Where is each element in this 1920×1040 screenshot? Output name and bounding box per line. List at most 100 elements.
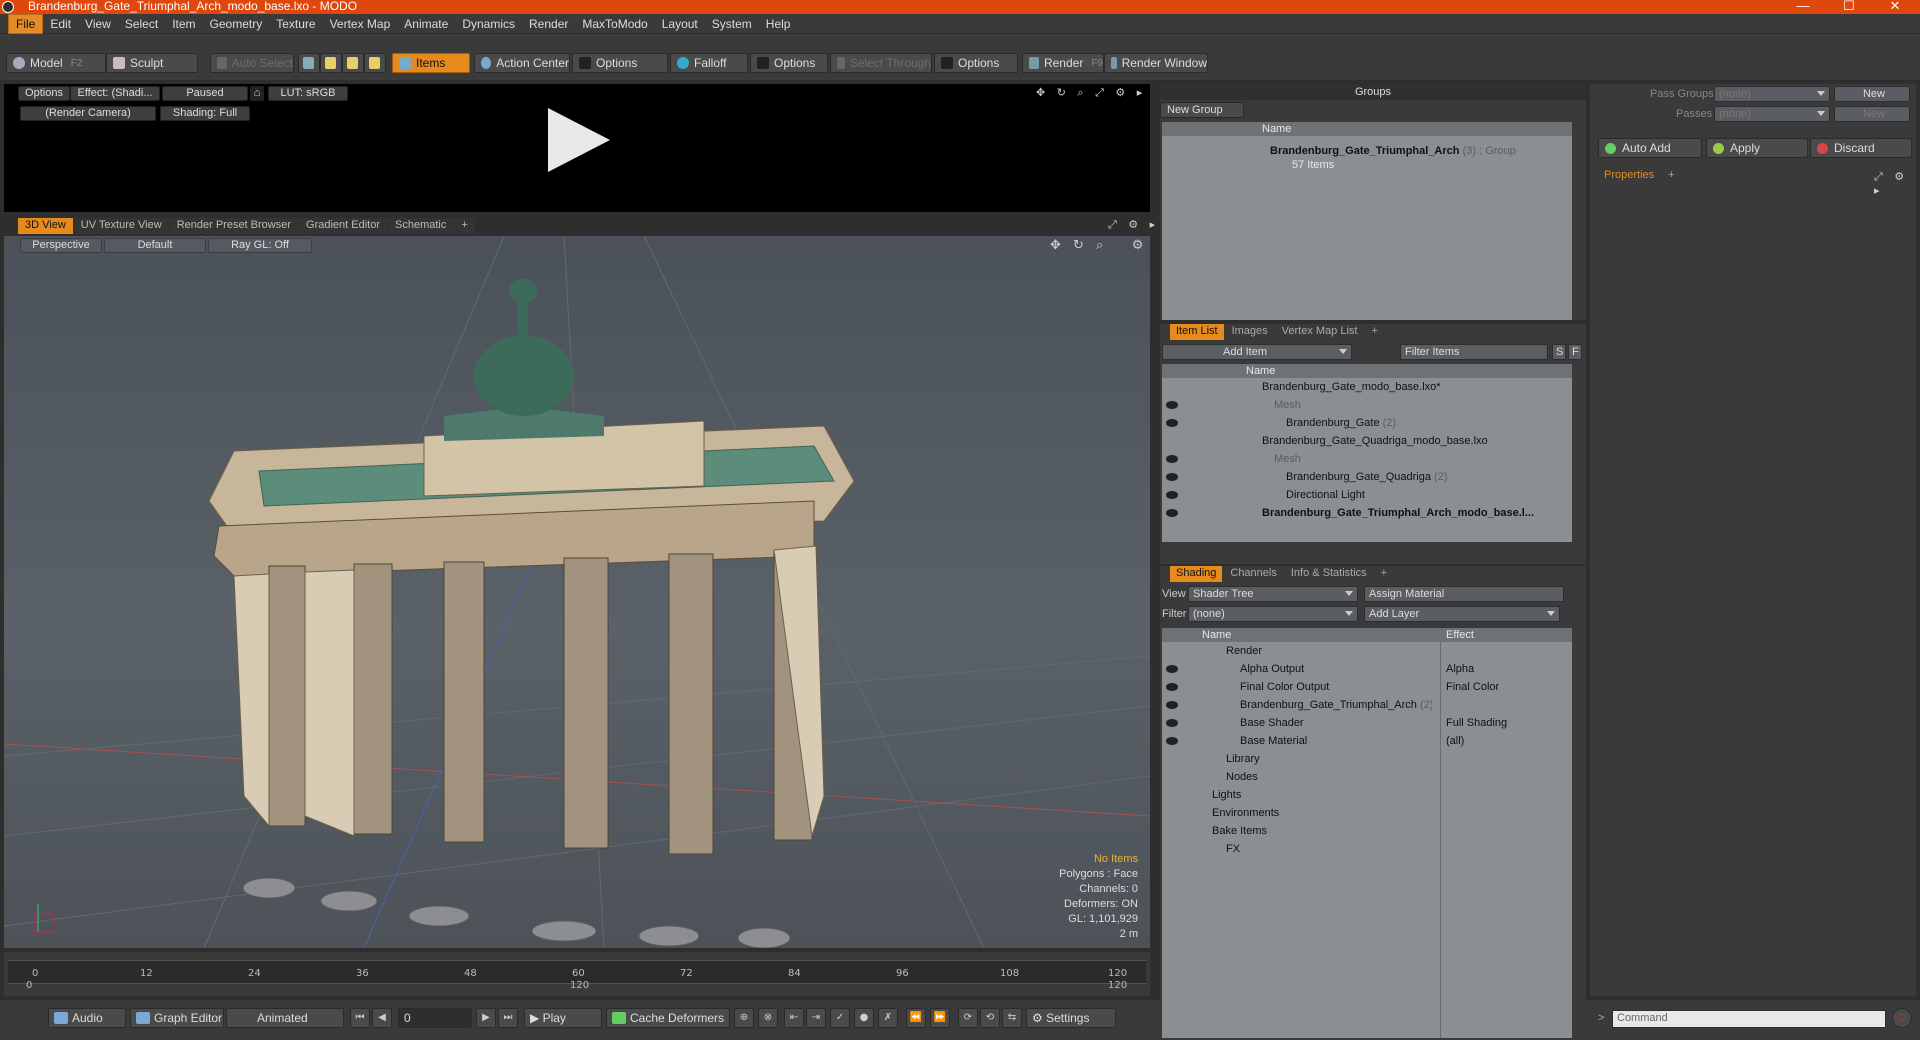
key-tool-icon[interactable]: ⊕ — [734, 1008, 754, 1028]
select-vertices-button[interactable] — [298, 53, 320, 73]
range-end[interactable]: 120 — [1108, 980, 1127, 991]
shader-row[interactable]: Lights — [1162, 786, 1572, 804]
select-through-button[interactable]: Select Through — [830, 53, 932, 73]
filter-f-button[interactable]: F — [1568, 344, 1582, 360]
properties-corner-icons[interactable]: ⤢ ⚙ ▸ — [1874, 170, 1916, 197]
visibility-eye-icon[interactable] — [1166, 737, 1178, 745]
sculpt-mode-button[interactable]: Sculpt — [106, 53, 198, 73]
pass-groups-dropdown[interactable]: (none) — [1714, 86, 1830, 102]
menu-item[interactable]: Item — [165, 15, 202, 33]
next-frame-icon[interactable]: ▶ — [476, 1008, 496, 1028]
menu-render[interactable]: Render — [522, 15, 575, 33]
range-start[interactable]: 0 — [26, 980, 32, 991]
preview-nav-icons[interactable]: ✥ ↻ ⌕ ⤢ ⚙ ▸ — [1036, 86, 1146, 100]
apply-button[interactable]: Apply — [1706, 138, 1808, 158]
shader-effect[interactable]: (all) — [1446, 732, 1464, 750]
groups-list[interactable]: Name Brandenburg_Gate_Triumphal_Arch (3)… — [1162, 122, 1572, 320]
visibility-eye-icon[interactable] — [1166, 401, 1178, 409]
tab-schematic[interactable]: Schematic — [388, 218, 454, 234]
add-tab-button[interactable]: + — [1375, 566, 1393, 582]
new-pass-group-button[interactable]: New — [1834, 86, 1910, 102]
model-mode-button[interactable]: Model F2 — [6, 53, 106, 73]
render-button[interactable]: Render F9 — [1022, 53, 1104, 73]
record-icon[interactable]: ● — [854, 1008, 874, 1028]
action-center-button[interactable]: Action Center — [474, 53, 570, 73]
new-group-button[interactable]: New Group — [1160, 102, 1244, 118]
shader-row[interactable]: Bake Items — [1162, 822, 1572, 840]
add-item-dropdown[interactable]: Add Item — [1162, 344, 1352, 360]
shader-row[interactable]: Brandenburg_Gate_Triumphal_Arch (2)... — [1162, 696, 1432, 714]
menu-texture[interactable]: Texture — [269, 15, 322, 33]
render-camera-dropdown[interactable]: (Render Camera) — [20, 106, 156, 121]
key-prev-icon[interactable]: ⏪ — [906, 1008, 926, 1028]
menu-help[interactable]: Help — [759, 15, 798, 33]
tab-render-preset-browser[interactable]: Render Preset Browser — [169, 218, 299, 234]
pingpong-icon[interactable]: ⇆ — [1002, 1008, 1022, 1028]
select-polygons-button[interactable] — [342, 53, 364, 73]
tab-channels[interactable]: Channels — [1224, 566, 1282, 582]
close-button[interactable]: ✕ — [1872, 0, 1918, 14]
tab-shading[interactable]: Shading — [1170, 566, 1223, 582]
tab-item-list[interactable]: Item List — [1170, 324, 1224, 340]
item-row[interactable]: Brandenburg_Gate_Quadriga_modo_base.lxo — [1162, 432, 1572, 450]
select-through-options-button[interactable]: Options — [934, 53, 1018, 73]
menu-animate[interactable]: Animate — [397, 15, 455, 33]
item-row[interactable]: Brandenburg_Gate (2) — [1162, 414, 1572, 432]
shader-effect[interactable]: Alpha — [1446, 660, 1474, 678]
cache-deformers-button[interactable]: Cache Deformers — [606, 1008, 730, 1028]
key-nav-icon[interactable]: ⇥ — [806, 1008, 826, 1028]
add-tab-button[interactable]: + — [1662, 168, 1680, 184]
tab-gradient-editor[interactable]: Gradient Editor — [299, 218, 387, 234]
new-pass-button[interactable]: New — [1834, 106, 1910, 122]
shader-row[interactable]: Library — [1162, 750, 1572, 768]
shader-row[interactable]: Base Material (all) — [1162, 732, 1572, 750]
command-expand-icon[interactable]: > — [1598, 1012, 1604, 1024]
add-tab-button[interactable]: + — [1365, 324, 1383, 340]
select-materials-button[interactable] — [364, 53, 386, 73]
shader-effect[interactable]: Full Shading — [1446, 714, 1507, 732]
menu-select[interactable]: Select — [118, 15, 165, 33]
menu-file[interactable]: File — [8, 13, 44, 34]
item-tree[interactable]: Name Brandenburg_Gate_modo_base.lxo* Mes… — [1162, 364, 1572, 542]
preview-paused-button[interactable]: Paused — [162, 86, 248, 101]
visibility-eye-icon[interactable] — [1166, 509, 1178, 517]
menu-dynamics[interactable]: Dynamics — [455, 15, 522, 33]
shader-row[interactable]: Render — [1162, 642, 1572, 660]
range-mid[interactable]: 120 — [570, 980, 589, 991]
item-row[interactable]: Brandenburg_Gate_modo_base.lxo* — [1162, 378, 1572, 396]
item-row[interactable]: Brandenburg_Gate_Quadriga (2) — [1162, 468, 1572, 486]
add-layer-dropdown[interactable]: Add Layer — [1364, 606, 1560, 622]
loop-icon[interactable]: ⟳ — [958, 1008, 978, 1028]
play-preview-icon[interactable] — [548, 108, 610, 172]
auto-select-button[interactable]: Auto Select — [210, 53, 294, 73]
tab-vertex-map-list[interactable]: Vertex Map List — [1276, 324, 1364, 340]
filter-dropdown[interactable]: (none) — [1188, 606, 1358, 622]
tab-properties[interactable]: Properties — [1598, 168, 1660, 184]
menu-view[interactable]: View — [78, 15, 118, 33]
shader-row[interactable]: FX — [1162, 840, 1572, 858]
shader-row[interactable]: Environments — [1162, 804, 1572, 822]
last-frame-icon[interactable]: ⏭ — [498, 1008, 518, 1028]
visibility-eye-icon[interactable] — [1166, 701, 1178, 709]
shader-row[interactable]: Alpha Output Alpha — [1162, 660, 1572, 678]
visibility-eye-icon[interactable] — [1166, 455, 1178, 463]
render-window-button[interactable]: Render Window — [1104, 53, 1208, 73]
3d-viewport[interactable]: Perspective Default Ray GL: Off ✥ ↻ ⌕ ⚙ — [4, 236, 1150, 948]
menu-maxtomodo[interactable]: MaxToModo — [575, 15, 654, 33]
play-button[interactable]: ▶ Play — [524, 1008, 602, 1028]
assign-material-button[interactable]: Assign Material — [1364, 586, 1564, 602]
shader-effect[interactable]: Final Color — [1446, 678, 1499, 696]
filter-items-input[interactable]: Filter Items — [1400, 344, 1548, 360]
visibility-eye-icon[interactable] — [1166, 473, 1178, 481]
menu-geometry[interactable]: Geometry — [203, 15, 270, 33]
minimize-button[interactable]: — — [1780, 0, 1826, 14]
preview-options-button[interactable]: Options — [18, 86, 70, 101]
select-edges-button[interactable] — [320, 53, 342, 73]
action-center-options-button[interactable]: Options — [572, 53, 668, 73]
frame-input[interactable]: 0 — [398, 1008, 472, 1028]
visibility-eye-icon[interactable] — [1166, 665, 1178, 673]
item-row[interactable]: Brandenburg_Gate_Triumphal_Arch_modo_bas… — [1162, 504, 1572, 522]
item-row[interactable]: Mesh — [1162, 450, 1572, 468]
viewport-tab-icons[interactable]: ⤢ ⚙ ▸ — [1108, 218, 1159, 232]
settings-button[interactable]: ⚙ Settings — [1026, 1008, 1116, 1028]
